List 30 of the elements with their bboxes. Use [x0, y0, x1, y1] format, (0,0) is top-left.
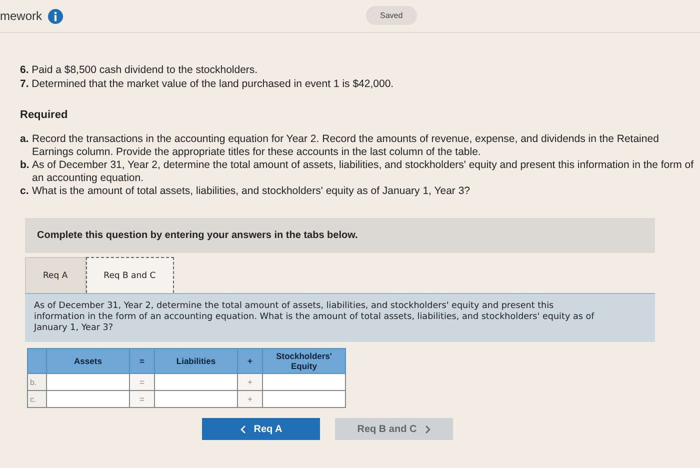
item-marker: b.: [20, 159, 30, 173]
operator-cell: +: [238, 374, 262, 390]
item-marker: c.: [20, 185, 30, 198]
event-text: 6. Paid a $8,500 cash dividend to the stockholders.: [20, 63, 259, 77]
page-title: mework: [0, 9, 42, 23]
event-text: 7. Determined that the market value of the land purchased in event 1 is $42,000.: [20, 77, 395, 91]
required-heading: Required: [20, 109, 69, 121]
column-header: =: [130, 348, 154, 374]
column-header: +: [238, 348, 262, 374]
row-label: b.: [28, 374, 46, 390]
instruction-text: As of December 31, Year 2, determine the total amount of assets, liabilities, and stockholders' equity and present this information in the form of an accounting equation. What is the amount of total assets, liabilities, and stockholders' equity as of January 1, Year 3?: [25, 293, 655, 342]
operator-cell: =: [130, 390, 154, 408]
chevron-left-icon: [240, 424, 246, 434]
info-icon[interactable]: [48, 8, 64, 24]
requirement-text: Record the transactions in the accounting equation for Year 2. Record the amounts of revenue, expense, and dividends in the Retained Earnings column. Provide the appropriate titles for these accounts in the last column of the table.: [32, 133, 660, 159]
column-header: Assets: [46, 348, 130, 374]
tab[interactable]: Req A: [25, 257, 86, 293]
tab[interactable]: Req B and C: [86, 257, 174, 293]
instruction-banner: Complete this question by entering your answers in the tabs below.: [25, 218, 655, 253]
previous-button[interactable]: Req A: [202, 418, 320, 440]
saved-status: Saved: [366, 6, 417, 25]
column-header: Liabilities: [154, 348, 238, 374]
chevron-right-icon: [424, 424, 431, 434]
operator-cell: +: [238, 390, 262, 408]
requirement-text: What is the amount of total assets, liabilities, and stockholders' equity as of January 1, Year 3?: [32, 185, 470, 198]
column-header: Stockholders' Equity: [262, 348, 346, 374]
operator-cell: =: [130, 374, 154, 390]
row-label: c.: [28, 390, 46, 408]
item-marker: a.: [20, 133, 30, 147]
requirement-text: As of December 31, Year 2, determine the total amount of assets, liabilities, and stockholders' equity and present this information in the form of an accounting equation.: [32, 159, 695, 185]
